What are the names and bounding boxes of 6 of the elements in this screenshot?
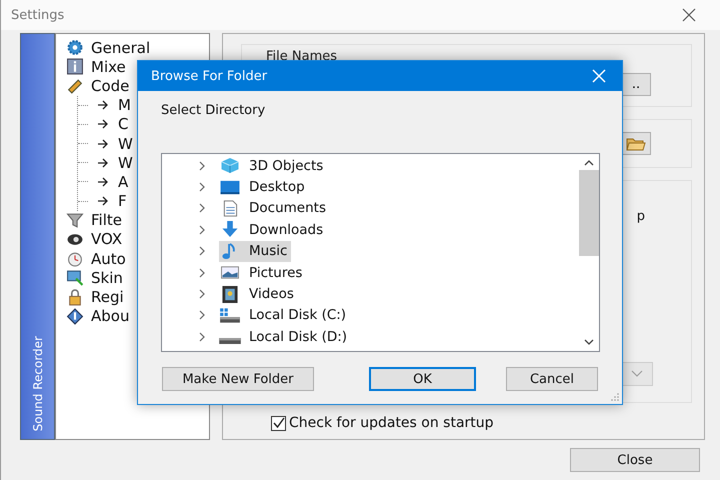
group-label: File Names — [266, 49, 338, 64]
dialog-title: Browse For Folder — [151, 68, 268, 84]
window-title: Settings — [11, 8, 64, 22]
dialog-prompt: Select Directory — [160, 102, 266, 120]
option-label: p — [636, 208, 645, 224]
banner-caption: Sound Recorder — [30, 336, 44, 431]
